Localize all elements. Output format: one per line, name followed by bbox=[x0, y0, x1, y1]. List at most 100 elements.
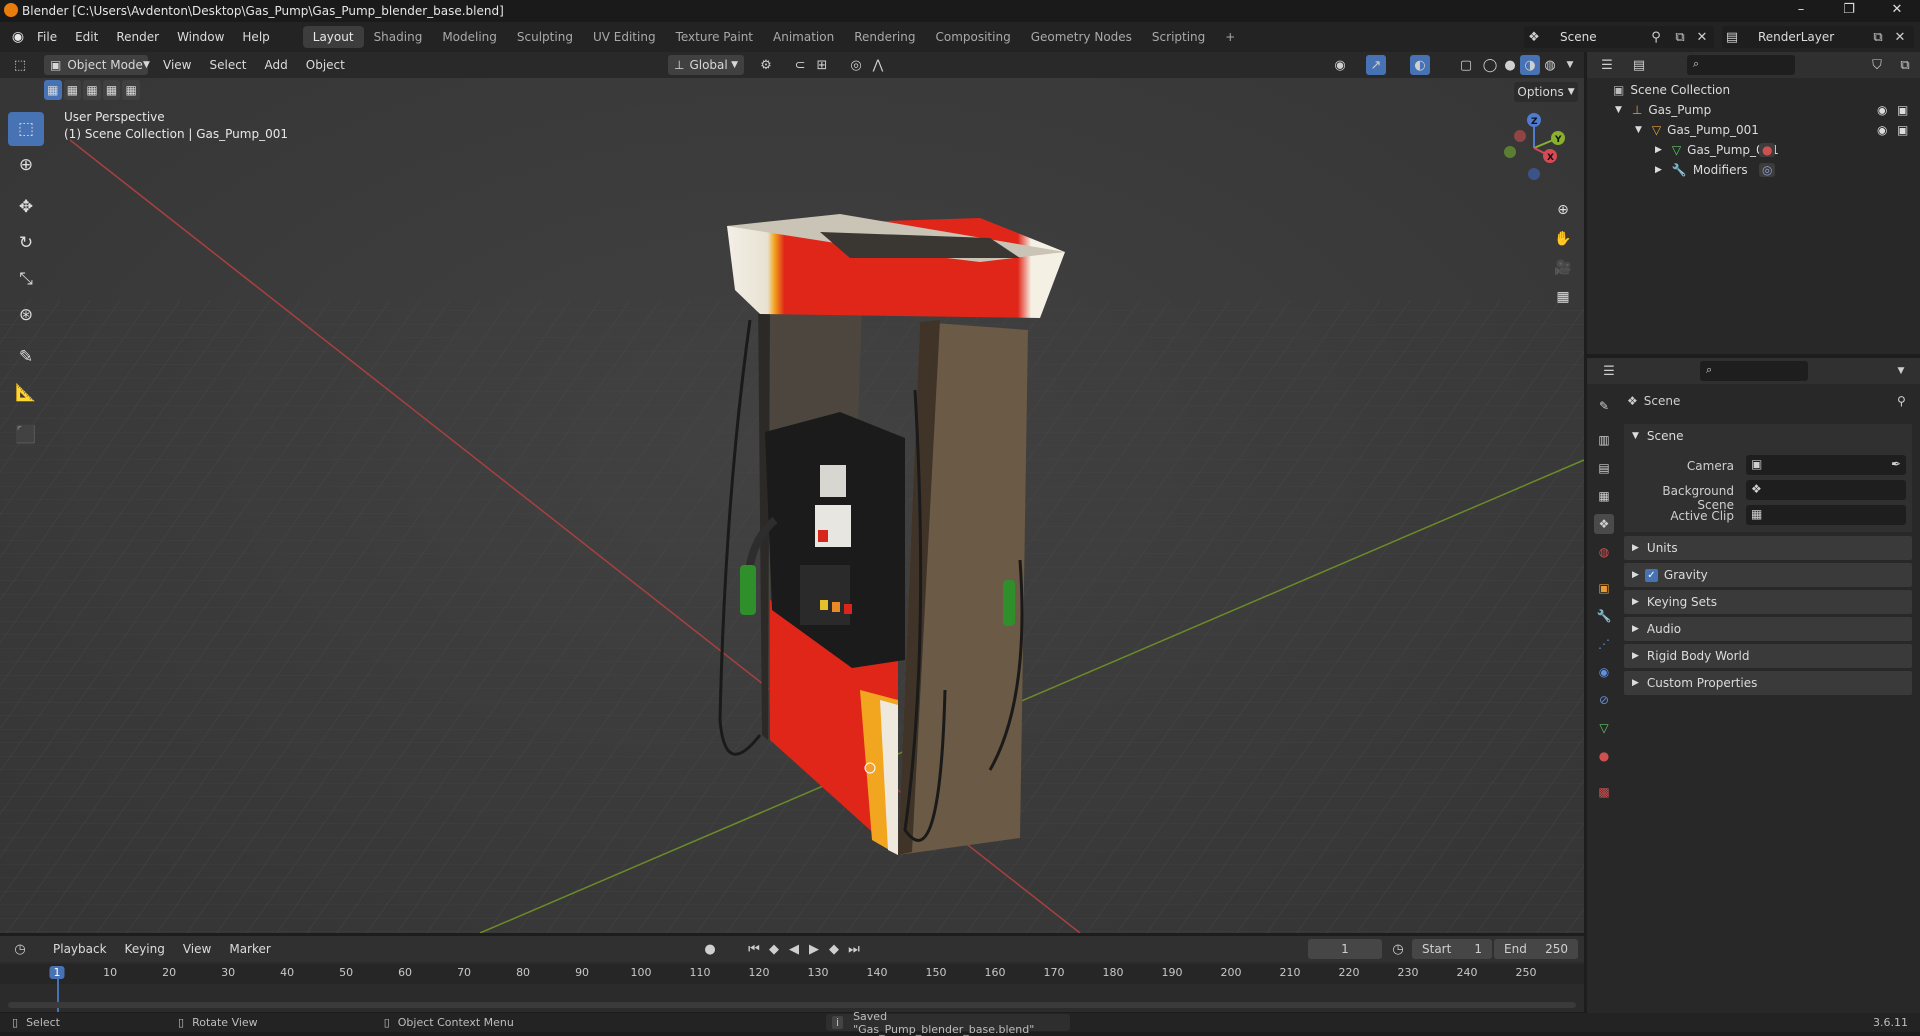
pin-icon[interactable]: ⚲ bbox=[1646, 27, 1666, 47]
zoom-icon[interactable]: ⊕ bbox=[1550, 197, 1576, 223]
outliner-row-mesh-data[interactable]: ▶ ▽ Gas_Pump_001 ● bbox=[1587, 140, 1920, 160]
material-shading-icon[interactable]: ◑ bbox=[1520, 55, 1540, 75]
editor-type-icon[interactable]: ☰ bbox=[1597, 55, 1617, 75]
active-clip-field[interactable]: ▦ bbox=[1746, 505, 1906, 525]
workspace-tab-scripting[interactable]: Scripting bbox=[1142, 26, 1215, 48]
transform-tool-icon[interactable]: ⊛ bbox=[8, 298, 44, 332]
pan-hand-icon[interactable]: ✋ bbox=[1550, 226, 1576, 252]
timeline-menu-keying[interactable]: Keying bbox=[116, 942, 174, 956]
custom-properties-panel-header[interactable]: ▶ Custom Properties bbox=[1624, 671, 1912, 695]
maximize-button[interactable]: ❐ bbox=[1826, 0, 1872, 22]
render-camera-icon[interactable]: ▣ bbox=[1897, 103, 1908, 117]
eyedropper-icon[interactable]: ✒ bbox=[1891, 457, 1901, 471]
add-cube-tool-icon[interactable]: ⬛ bbox=[8, 418, 44, 452]
workspace-tab-texture-paint[interactable]: Texture Paint bbox=[666, 26, 763, 48]
select-extend-icon[interactable]: ▦ bbox=[63, 80, 82, 100]
xray-icon[interactable]: ▢ bbox=[1456, 55, 1476, 75]
visibility-eye-icon[interactable]: ◉ bbox=[1877, 123, 1887, 137]
save-report[interactable]: i Saved "Gas_Pump_blender_base.blend" bbox=[826, 1010, 1070, 1036]
keying-sets-panel-header[interactable]: ▶ Keying Sets bbox=[1624, 590, 1912, 614]
rendered-shading-icon[interactable]: ◍ bbox=[1540, 55, 1560, 75]
outliner-row-scene-collection[interactable]: ▣ Scene Collection bbox=[1587, 80, 1920, 100]
measure-tool-icon[interactable]: 📐 bbox=[8, 376, 44, 410]
gravity-checkbox[interactable]: ✓ bbox=[1644, 568, 1658, 582]
render-camera-icon[interactable]: ▣ bbox=[1897, 123, 1908, 137]
visibility-icon[interactable]: ◉ bbox=[1330, 55, 1350, 75]
data-tab-icon[interactable]: ▽ bbox=[1594, 718, 1614, 738]
record-icon[interactable]: ● bbox=[700, 939, 720, 959]
frame-ruler[interactable]: 1 10 20 30 40 50 60 70 80 90 100 110 120 130 140 150 160… bbox=[0, 964, 1584, 984]
gizmo-toggle-icon[interactable]: ↗ bbox=[1366, 55, 1386, 75]
end-frame-field[interactable]: End 250 bbox=[1494, 939, 1578, 959]
camera-field[interactable]: ▣ ✒ bbox=[1746, 455, 1906, 475]
options-dropdown[interactable]: Options ▼ bbox=[1514, 82, 1578, 102]
view-layer-tab-icon[interactable]: ▦ bbox=[1594, 486, 1614, 506]
workspace-tab-geometry-nodes[interactable]: Geometry Nodes bbox=[1021, 26, 1142, 48]
audio-panel-header[interactable]: ▶ Audio bbox=[1624, 617, 1912, 641]
select-box-tool-icon[interactable]: ⬚ bbox=[8, 112, 44, 146]
cursor-tool-icon[interactable]: ⊕ bbox=[8, 148, 44, 182]
viewport-menu-select[interactable]: Select bbox=[200, 58, 255, 72]
new-view-layer-icon[interactable]: ⧉ bbox=[1868, 27, 1888, 47]
timeline-menu-playback[interactable]: Playback bbox=[44, 942, 116, 956]
scale-tool-icon[interactable]: ⤡ bbox=[8, 262, 44, 296]
wireframe-shading-icon[interactable]: ◯ bbox=[1480, 55, 1500, 75]
constraints-tab-icon[interactable]: ⊘ bbox=[1594, 690, 1614, 710]
solid-shading-icon[interactable]: ● bbox=[1500, 55, 1520, 75]
object-tab-icon[interactable]: ▣ bbox=[1594, 578, 1614, 598]
timeline-menu-view[interactable]: View bbox=[174, 942, 220, 956]
editor-type-icon[interactable]: ☰ bbox=[1599, 361, 1619, 381]
workspace-tab-modeling[interactable]: Modeling bbox=[432, 26, 507, 48]
background-scene-field[interactable]: ❖ bbox=[1746, 480, 1906, 500]
pivot-point-icon[interactable]: ⚙ bbox=[756, 55, 776, 75]
preview-range-icon[interactable]: ◷ bbox=[1388, 939, 1408, 959]
new-scene-icon[interactable]: ⧉ bbox=[1670, 27, 1690, 47]
viewport-menu-add[interactable]: Add bbox=[256, 58, 297, 72]
outliner-row-gas-pump-001[interactable]: ▼ ▽ Gas_Pump_001 ◉ ▣ bbox=[1587, 120, 1920, 140]
jump-end-icon[interactable]: ⏭ bbox=[844, 939, 864, 959]
pin-icon[interactable]: ⚲ bbox=[1897, 394, 1906, 408]
particles-tab-icon[interactable]: ⋰ bbox=[1594, 634, 1614, 654]
add-workspace-button[interactable]: + bbox=[1215, 26, 1245, 48]
menu-render[interactable]: Render bbox=[107, 30, 168, 44]
workspace-tab-uv-editing[interactable]: UV Editing bbox=[583, 26, 666, 48]
current-frame-field[interactable]: 1 bbox=[1308, 939, 1382, 959]
play-reverse-icon[interactable]: ◀ bbox=[784, 939, 804, 959]
outliner-row-gas-pump[interactable]: ▼ ⊥ Gas_Pump ◉ ▣ bbox=[1587, 100, 1920, 120]
start-frame-field[interactable]: Start 1 bbox=[1412, 939, 1492, 959]
timeline-menu-marker[interactable]: Marker bbox=[220, 942, 279, 956]
annotate-tool-icon[interactable]: ✎ bbox=[8, 340, 44, 374]
viewport-menu-view[interactable]: View bbox=[154, 58, 200, 72]
play-icon[interactable]: ▶ bbox=[804, 939, 824, 959]
visibility-eye-icon[interactable]: ◉ bbox=[1877, 103, 1887, 117]
gravity-panel-header[interactable]: ▶ ✓ Gravity bbox=[1624, 563, 1912, 587]
filter-icon[interactable]: ⛉ bbox=[1867, 55, 1887, 75]
jump-start-icon[interactable]: ⏮ bbox=[744, 939, 764, 959]
minimize-button[interactable]: – bbox=[1778, 0, 1824, 22]
menu-help[interactable]: Help bbox=[233, 30, 278, 44]
scene-section-header[interactable]: ▼ Scene bbox=[1624, 424, 1912, 448]
menu-file[interactable]: File bbox=[28, 30, 66, 44]
delete-scene-icon[interactable]: ✕ bbox=[1692, 27, 1712, 47]
delete-view-layer-icon[interactable]: ✕ bbox=[1890, 27, 1910, 47]
camera-view-icon[interactable]: 🎥 bbox=[1550, 255, 1576, 281]
close-button[interactable]: ✕ bbox=[1874, 0, 1920, 22]
chevron-down-icon[interactable]: ▼ bbox=[1891, 361, 1911, 381]
rotate-tool-icon[interactable]: ↻ bbox=[8, 226, 44, 260]
falloff-icon[interactable]: ⋀ bbox=[868, 55, 888, 75]
expand-arrow-icon[interactable]: ▶ bbox=[1655, 165, 1662, 175]
editor-type-icon[interactable]: ⬚ bbox=[10, 55, 30, 75]
menu-window[interactable]: Window bbox=[168, 30, 233, 44]
properties-search-input[interactable]: ⌕ bbox=[1700, 361, 1808, 381]
next-keyframe-icon[interactable]: ◆ bbox=[824, 939, 844, 959]
workspace-tab-animation[interactable]: Animation bbox=[763, 26, 844, 48]
scene-tab-icon[interactable]: ❖ bbox=[1594, 514, 1614, 534]
workspace-tab-shading[interactable]: Shading bbox=[364, 26, 433, 48]
snap-target-icon[interactable]: ⊞ bbox=[812, 55, 832, 75]
outliner-search-input[interactable]: ⌕ bbox=[1687, 55, 1795, 75]
expand-arrow-icon[interactable]: ▼ bbox=[1615, 105, 1622, 115]
expand-arrow-icon[interactable]: ▶ bbox=[1655, 145, 1662, 155]
3d-viewport[interactable]: ⬚ ▣ Object Mode ▼ View Select Add Object… bbox=[0, 52, 1584, 933]
transform-orientation-dropdown[interactable]: ⊥ Global ▼ bbox=[668, 55, 744, 75]
texture-tab-icon[interactable]: ▩ bbox=[1594, 782, 1614, 802]
